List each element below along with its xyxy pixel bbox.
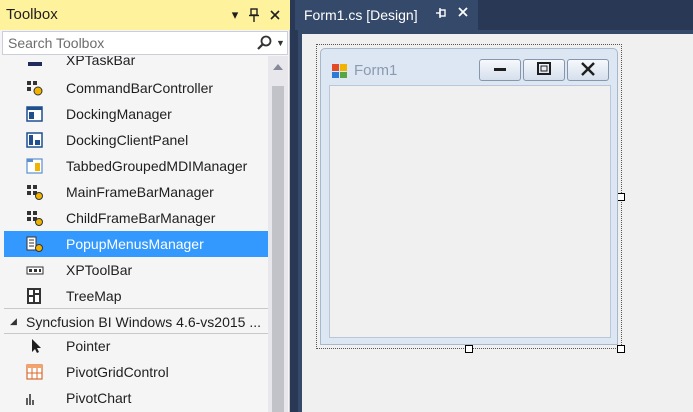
maximize-icon [536, 61, 552, 79]
toolbox-item[interactable]: DockingClientPanel [4, 127, 268, 153]
collapse-caret-icon[interactable]: ◢ [10, 316, 17, 327]
pointer-icon [26, 338, 44, 354]
pin-icon[interactable] [245, 5, 263, 25]
toolbox-item[interactable]: DockingManager [4, 101, 268, 127]
resize-handle-bottom[interactable] [465, 345, 473, 353]
treemap-icon [26, 288, 44, 304]
close-icon[interactable] [266, 5, 284, 25]
toolbox-item[interactable]: MainFrameBarManager [4, 179, 268, 205]
tabbed-mdi-manager-icon [26, 158, 44, 174]
minimize-icon [492, 62, 508, 78]
toolbox-scrollbar[interactable] [268, 56, 288, 412]
minimize-button[interactable] [479, 59, 521, 81]
scrollbar-thumb[interactable] [272, 86, 284, 412]
toolbox-item[interactable]: TabbedGroupedMDIManager [4, 153, 268, 179]
tab-label: Form1.cs [Design] [304, 7, 418, 23]
toolbox-title: Toolbox [6, 6, 58, 23]
toolbox-search-input[interactable] [3, 32, 243, 54]
close-button[interactable] [567, 59, 609, 81]
command-bar-controller-icon [26, 80, 44, 96]
form-window[interactable]: Form1 [320, 48, 618, 345]
window-position-dropdown-icon[interactable]: ▾ [226, 5, 244, 25]
form-icon [332, 62, 348, 78]
toolbox-item[interactable]: PivotChart [4, 385, 268, 411]
toolbox-item[interactable]: PivotGridControl [4, 359, 268, 385]
toolbox-item[interactable]: XPTaskBar [4, 56, 268, 73]
resize-handle-right[interactable] [617, 193, 625, 201]
mainframe-bar-manager-icon [26, 184, 44, 200]
docking-manager-icon [26, 106, 44, 122]
search-options-dropdown-icon[interactable]: ▼ [276, 34, 285, 52]
toolbox-group-header[interactable]: ◢ Syncfusion BI Windows 4.6-vs2015 ... [4, 308, 268, 334]
toolbox-item-list: XPTaskBar CommandBarController DockingMa… [4, 56, 268, 412]
toolbox-item[interactable]: CommandBarController [4, 75, 268, 101]
xp-toolbar-icon [26, 262, 44, 278]
toolbox-item[interactable]: Pointer [4, 333, 268, 359]
close-form-icon [580, 61, 596, 79]
popup-menus-manager-icon [26, 236, 44, 252]
pivot-chart-icon [26, 390, 44, 406]
toolbox-item[interactable]: XPToolBar [4, 257, 268, 283]
taskbar-icon [26, 56, 44, 68]
toolbox-item[interactable]: TreeMap [4, 283, 268, 309]
form-title: Form1 [354, 62, 398, 79]
resize-handle-bottom-right[interactable] [617, 345, 625, 353]
toolbox-search-box: ▼ [2, 31, 288, 55]
pivot-grid-icon [26, 364, 44, 380]
maximize-button[interactable] [523, 59, 565, 81]
toolbox-item-selected[interactable]: PopupMenusManager [4, 231, 268, 257]
toolbox-panel: Toolbox ▾ ▼ XPTaskBar CommandBarControll… [0, 0, 290, 412]
childframe-bar-manager-icon [26, 210, 44, 226]
scroll-up-arrow-icon[interactable] [273, 64, 283, 70]
close-tab-icon[interactable] [455, 5, 471, 23]
form-client-area[interactable] [329, 85, 611, 338]
search-icon[interactable] [255, 34, 275, 52]
toolbox-title-bar: Toolbox ▾ [0, 0, 290, 30]
toolbox-item[interactable]: ChildFrameBarManager [4, 205, 268, 231]
docking-client-panel-icon [26, 132, 44, 148]
pin-tab-icon[interactable] [433, 6, 449, 24]
tab-form1-design[interactable]: Form1.cs [Design] [295, 0, 478, 30]
